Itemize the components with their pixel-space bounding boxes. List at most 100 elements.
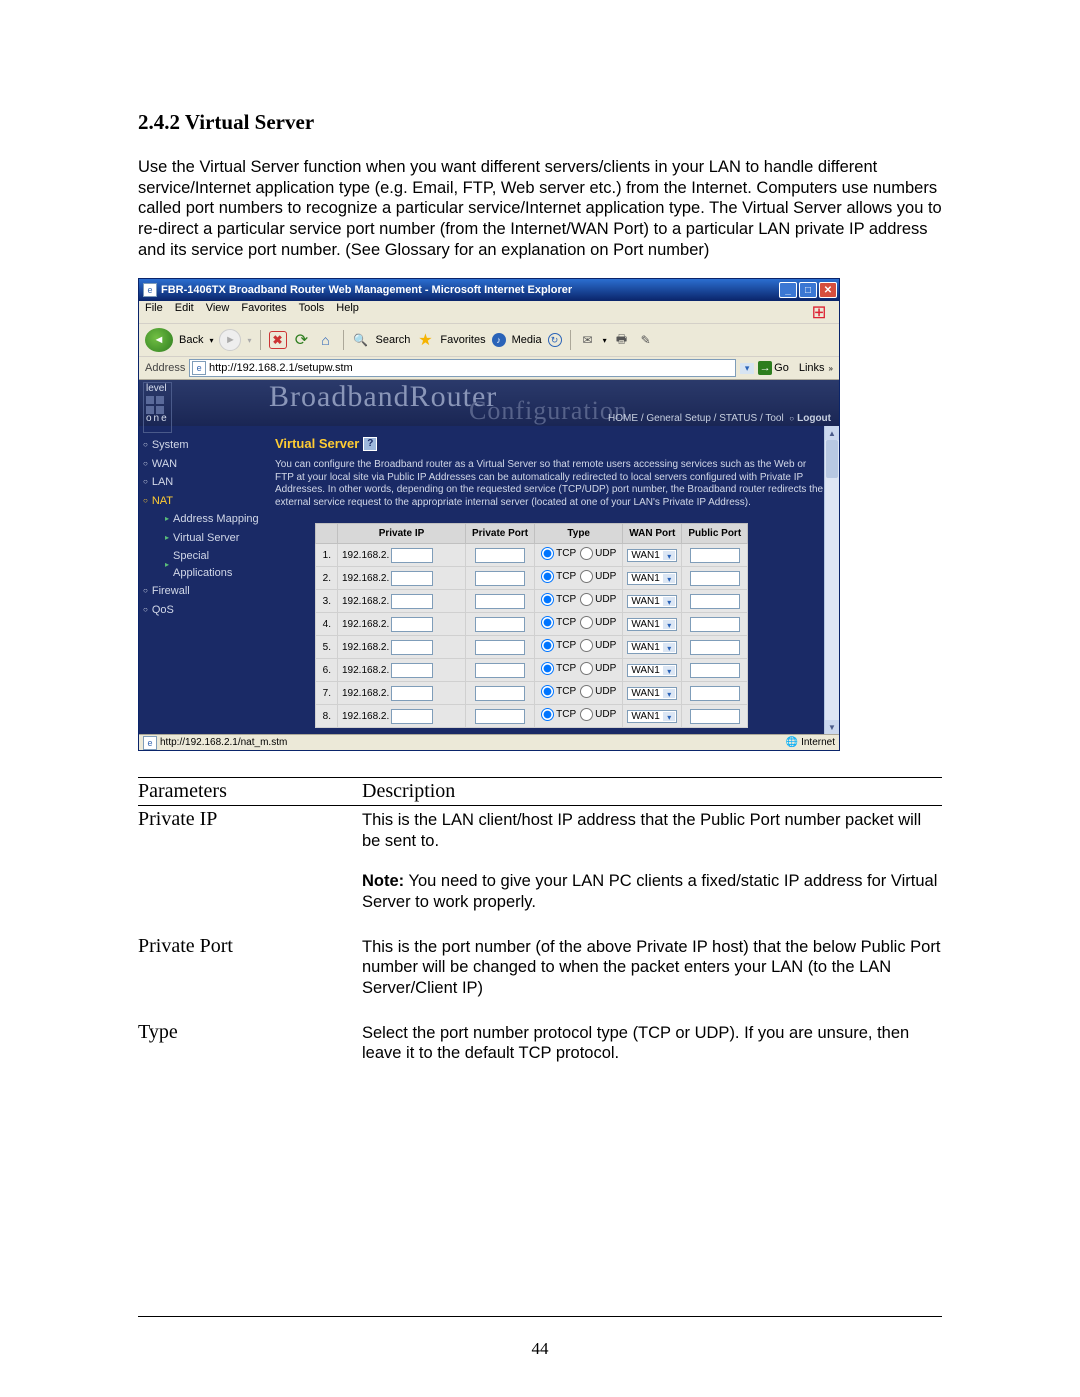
crumb-logout[interactable]: Logout — [797, 413, 831, 424]
sidebar-item-system[interactable]: ○System — [143, 436, 265, 455]
scroll-up-icon[interactable]: ▲ — [825, 426, 839, 440]
favorites-icon[interactable]: ★ — [416, 331, 434, 349]
go-button[interactable]: → Go — [758, 361, 789, 375]
media-icon[interactable]: ♪ — [492, 333, 506, 347]
type-tcp-radio[interactable]: TCP — [541, 593, 576, 606]
private-ip-input[interactable] — [391, 571, 433, 586]
type-udp-radio[interactable]: UDP — [580, 662, 616, 675]
private-port-input[interactable] — [475, 640, 525, 655]
private-port-input[interactable] — [475, 571, 525, 586]
private-port-input[interactable] — [475, 617, 525, 632]
sidebar-item-virtual-server[interactable]: ▸Virtual Server — [155, 529, 265, 548]
sidebar-item-qos[interactable]: ○QoS — [143, 601, 265, 620]
search-icon[interactable]: 🔍 — [352, 331, 370, 349]
menu-view[interactable]: View — [206, 302, 230, 322]
public-port-input[interactable] — [690, 640, 740, 655]
crumb-home[interactable]: HOME — [608, 413, 638, 424]
public-port-input[interactable] — [690, 548, 740, 563]
links-label[interactable]: Links — [799, 362, 825, 374]
search-label[interactable]: Search — [376, 334, 411, 346]
type-tcp-radio[interactable]: TCP — [541, 708, 576, 721]
sidebar-item-firewall[interactable]: ○Firewall — [143, 582, 265, 601]
crumb-general[interactable]: General Setup — [646, 413, 711, 424]
menu-edit[interactable]: Edit — [175, 302, 194, 322]
back-label[interactable]: Back — [179, 334, 203, 346]
type-tcp-radio[interactable]: TCP — [541, 616, 576, 629]
wan-port-select[interactable]: WAN1 — [627, 641, 677, 654]
menu-favorites[interactable]: Favorites — [241, 302, 286, 322]
public-port-input[interactable] — [690, 709, 740, 724]
sidebar-item-special-apps[interactable]: ▸Special Applications — [155, 547, 265, 582]
type-udp-radio[interactable]: UDP — [580, 547, 616, 560]
private-ip-input[interactable] — [391, 686, 433, 701]
address-dropdown-icon[interactable]: ▾ — [740, 363, 754, 374]
private-ip-input[interactable] — [391, 663, 433, 678]
type-tcp-radio[interactable]: TCP — [541, 639, 576, 652]
help-icon[interactable]: ? — [363, 437, 377, 451]
menu-file[interactable]: File — [145, 302, 163, 322]
wan-port-select[interactable]: WAN1 — [627, 710, 677, 723]
private-port-input[interactable] — [475, 663, 525, 678]
type-udp-radio[interactable]: UDP — [580, 685, 616, 698]
private-port-input[interactable] — [475, 686, 525, 701]
close-button[interactable]: ✕ — [819, 282, 837, 298]
back-dropdown-icon[interactable]: ▾ — [209, 336, 213, 345]
print-icon[interactable]: 🖶 — [613, 331, 631, 349]
sidebar-item-address-mapping[interactable]: ▸Address Mapping — [155, 510, 265, 529]
menu-help[interactable]: Help — [336, 302, 359, 322]
private-ip-input[interactable] — [391, 709, 433, 724]
type-udp-radio[interactable]: UDP — [580, 616, 616, 629]
private-ip-input[interactable] — [391, 640, 433, 655]
history-icon[interactable]: ↻ — [548, 333, 562, 347]
wan-port-select[interactable]: WAN1 — [627, 549, 677, 562]
edit-icon[interactable]: ✎ — [637, 331, 655, 349]
wan-port-select[interactable]: WAN1 — [627, 618, 677, 631]
wan-port-select[interactable]: WAN1 — [627, 664, 677, 677]
sidebar-item-lan[interactable]: ○LAN — [143, 473, 265, 492]
favorites-label[interactable]: Favorites — [440, 334, 485, 346]
links-chevron-icon[interactable]: » — [829, 364, 833, 373]
ip-prefix: 192.168.2. — [342, 711, 389, 722]
sidebar-item-wan[interactable]: ○WAN — [143, 455, 265, 474]
stop-button[interactable]: ✖ — [269, 331, 287, 349]
private-port-input[interactable] — [475, 709, 525, 724]
scroll-down-icon[interactable]: ▼ — [825, 720, 839, 734]
wan-port-select[interactable]: WAN1 — [627, 572, 677, 585]
type-udp-radio[interactable]: UDP — [580, 570, 616, 583]
type-tcp-radio[interactable]: TCP — [541, 570, 576, 583]
crumb-status[interactable]: STATUS — [719, 413, 757, 424]
type-tcp-radio[interactable]: TCP — [541, 662, 576, 675]
home-button[interactable]: ⌂ — [317, 331, 335, 349]
private-ip-input[interactable] — [391, 594, 433, 609]
private-ip-input[interactable] — [391, 617, 433, 632]
refresh-button[interactable]: ⟳ — [293, 331, 311, 349]
scroll-thumb[interactable] — [826, 440, 838, 478]
mail-dropdown-icon[interactable]: ▾ — [603, 336, 607, 345]
mail-icon[interactable]: ✉ — [579, 331, 597, 349]
sidebar-item-nat[interactable]: ○NAT — [143, 492, 265, 511]
private-ip-input[interactable] — [391, 548, 433, 563]
media-label[interactable]: Media — [512, 334, 542, 346]
public-port-input[interactable] — [690, 617, 740, 632]
maximize-button[interactable]: □ — [799, 282, 817, 298]
public-port-input[interactable] — [690, 686, 740, 701]
type-tcp-radio[interactable]: TCP — [541, 547, 576, 560]
back-button[interactable]: ◄ — [145, 328, 173, 352]
private-port-input[interactable] — [475, 548, 525, 563]
menu-tools[interactable]: Tools — [299, 302, 325, 322]
content-scrollbar[interactable]: ▲ ▼ — [824, 426, 839, 734]
type-udp-radio[interactable]: UDP — [580, 708, 616, 721]
public-port-input[interactable] — [690, 594, 740, 609]
type-tcp-radio[interactable]: TCP — [541, 685, 576, 698]
public-port-input[interactable] — [690, 571, 740, 586]
wan-port-select[interactable]: WAN1 — [627, 687, 677, 700]
minimize-button[interactable]: _ — [779, 282, 797, 298]
public-port-input[interactable] — [690, 663, 740, 678]
crumb-tool[interactable]: Tool — [765, 413, 783, 424]
forward-button[interactable]: ► — [219, 329, 241, 351]
wan-port-select[interactable]: WAN1 — [627, 595, 677, 608]
address-input[interactable] — [209, 362, 733, 374]
private-port-input[interactable] — [475, 594, 525, 609]
type-udp-radio[interactable]: UDP — [580, 639, 616, 652]
type-udp-radio[interactable]: UDP — [580, 593, 616, 606]
